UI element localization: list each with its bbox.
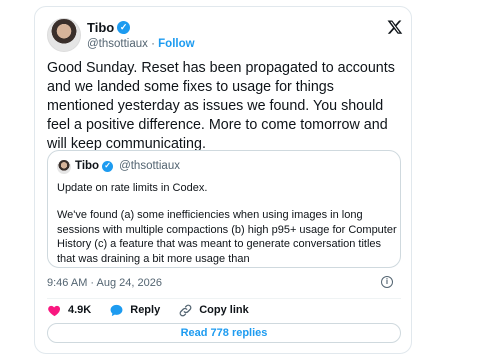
quoted-author-name: Tibo (75, 160, 100, 172)
like-count: 4.9K (68, 304, 92, 316)
copy-link-button[interactable]: Copy link (178, 303, 249, 318)
quoted-text-line: Update on rate limits in Codex. (57, 182, 208, 194)
author-name[interactable]: Tibo (87, 20, 114, 35)
quoted-text-paragraph: We've found (a) some inefficiencies when… (57, 209, 397, 265)
avatar[interactable] (47, 18, 81, 52)
post-text: Good Sunday. Reset has been propagated t… (47, 60, 395, 152)
divider (47, 298, 401, 299)
reply-label: Reply (130, 304, 161, 316)
verified-badge-icon: ✓ (102, 160, 114, 172)
quoted-post[interactable]: Tibo ✓ @thsottiaux Update on rate limits… (47, 150, 401, 268)
reply-button[interactable]: Reply (109, 303, 160, 318)
copy-link-label: Copy link (199, 304, 249, 316)
read-replies-button[interactable]: Read 778 replies (47, 323, 401, 343)
tweet-card: Tibo ✓ @thsottiaux · Follow Good Sunday.… (34, 6, 412, 354)
heart-icon (48, 305, 61, 316)
author-name-row: Tibo ✓ (87, 20, 131, 35)
quoted-author-handle: @thsottiaux (119, 160, 180, 172)
link-icon (179, 304, 192, 316)
verified-badge-icon: ✓ (117, 21, 131, 34)
separator-dot: · (151, 38, 155, 50)
follow-button[interactable]: Follow (158, 38, 194, 50)
post-timestamp[interactable]: 9:46 AM · Aug 24, 2026 (47, 277, 162, 289)
action-bar: 4.9K Reply Copy link (47, 302, 249, 318)
x-logo-icon[interactable] (387, 19, 403, 35)
author-handle[interactable]: @thsottiaux (87, 38, 148, 50)
info-icon[interactable]: i (381, 276, 393, 288)
reply-icon (110, 304, 123, 316)
author-handle-row: @thsottiaux · Follow (87, 38, 195, 50)
like-button[interactable]: 4.9K (47, 303, 91, 318)
quoted-avatar (57, 160, 71, 174)
quoted-author-row: Tibo ✓ @thsottiaux (75, 160, 180, 172)
